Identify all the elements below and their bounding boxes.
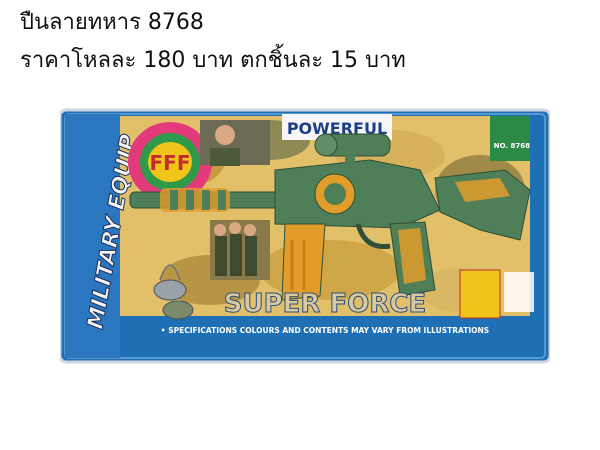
- toy-gun-package-photo: MILITARY EQUIP FFF POWERFUL NO. 8768 SUP…: [60, 108, 550, 364]
- caption-title: ปืนลายทหาร 8768: [20, 10, 204, 35]
- disclaimer-text: • SPECIFICATIONS COLOURS AND CONTENTS MA…: [161, 326, 489, 335]
- svg-text:FFF: FFF: [150, 151, 191, 175]
- super-force-logo: SUPER FORCE: [224, 289, 426, 319]
- product-number: NO. 8768: [494, 142, 530, 150]
- caption-price: ราคาโหลละ 180 บาท ตกชิ้นละ 15 บาท: [20, 48, 406, 73]
